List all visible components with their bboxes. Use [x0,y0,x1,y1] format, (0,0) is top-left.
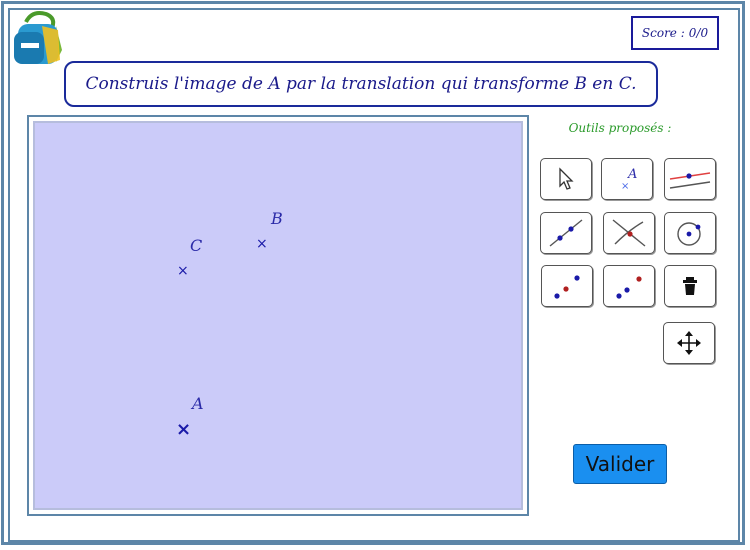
tool-move-button[interactable] [540,158,592,200]
intersection-icon [612,219,646,247]
point-a-label: A [192,394,204,413]
point-c-label: C [190,236,203,255]
tool-delete-button[interactable] [664,265,716,307]
point-a-marker[interactable]: × [176,421,191,439]
tool-intersection-button[interactable] [603,212,655,254]
parallel-lines-icon [669,172,711,189]
validate-button[interactable]: Valider [573,444,667,484]
point-c-marker[interactable]: × [177,264,189,278]
tool-vector-button[interactable] [541,265,593,307]
score-label: Score : [641,26,685,40]
translation-icon [616,276,642,299]
tool-move-graphics-button[interactable] [663,322,715,364]
line-through-two-points-icon [549,219,583,247]
tool-translation-button[interactable] [603,265,655,307]
instruction-text: Construis l'image de A par la translatio… [85,74,637,94]
score-value: 0/0 [688,26,709,40]
svg-text:×: × [621,181,629,192]
geometry-canvas-frame: B × C × A × [27,115,529,516]
point-b-marker[interactable]: × [256,237,268,251]
tool-circle-button[interactable] [664,212,716,254]
svg-text:A: A [627,167,637,182]
trash-icon [683,277,697,295]
instruction-box: Construis l'image de A par la translatio… [64,61,658,107]
tool-parallel-button[interactable] [664,158,716,200]
move-pointer-icon [559,167,574,190]
tool-point-button[interactable]: A × [601,158,653,200]
tools-title: Outils proposés : [568,121,672,135]
tool-line-button[interactable] [540,212,592,254]
move-graphics-icon [677,331,701,355]
score-box: Score : 0/0 [631,16,719,50]
vector-icon [554,275,580,299]
backpack-logo-icon [14,11,62,64]
circle-center-point-icon [677,222,701,246]
point-icon: A × [621,167,637,192]
point-b-label: B [271,209,283,228]
geometry-canvas[interactable]: B × C × A × [33,121,523,510]
